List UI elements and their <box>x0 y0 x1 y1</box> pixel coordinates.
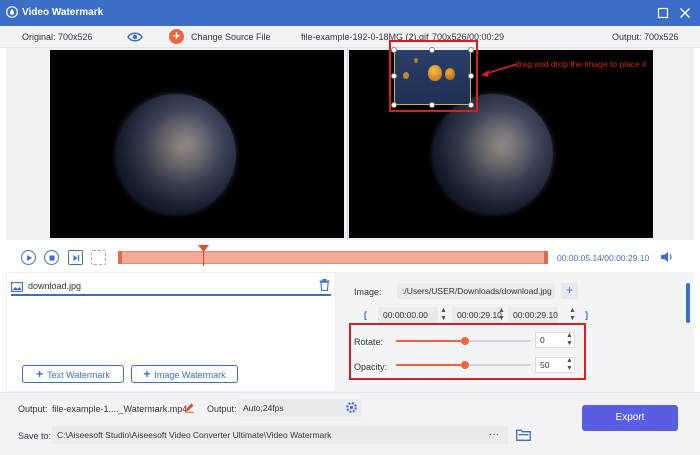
start-time-field[interactable]: 00:00:00.00 <box>378 307 438 323</box>
settings-highlight-box <box>349 323 586 380</box>
title-bar: Video Watermark <box>0 0 700 26</box>
play-button[interactable] <box>21 250 36 265</box>
edit-icon[interactable] <box>184 402 195 413</box>
volume-icon[interactable] <box>660 251 674 263</box>
window-title: Video Watermark <box>22 7 104 18</box>
image-icon <box>11 282 23 292</box>
change-source-button[interactable]: Change Source File <box>191 32 271 42</box>
callout-arrow <box>481 63 518 77</box>
start-time-stepper[interactable]: ▲ ▼ <box>440 307 447 323</box>
end-time-field[interactable]: 00:00:29.10 <box>508 307 558 323</box>
change-source-plus-icon[interactable]: + <box>169 29 184 44</box>
trim-start-handle[interactable] <box>118 251 122 264</box>
stop-button[interactable] <box>44 250 59 265</box>
info-bar: Original: 700x526 + Change Source File f… <box>0 26 700 48</box>
output-file-label: Output: <box>18 404 48 414</box>
time-readout: 00:00:05.14/00:00:29.10 <box>557 253 650 263</box>
output-file-name: file-example-1...._Watermark.mp4 <box>52 404 188 414</box>
duration-field[interactable]: 00:00:29.10 <box>452 307 502 323</box>
stop-icon <box>49 255 54 260</box>
original-size-label: Original: 700x526 <box>22 32 93 42</box>
preview-divider <box>347 48 348 240</box>
watermark-list-panel: download.jpg + Text Watermark + Image Wate… <box>6 272 336 392</box>
output-format-field[interactable]: Auto;24fps <box>238 399 362 417</box>
watermark-highlight-box <box>389 40 478 112</box>
watermark-list-item[interactable]: download.jpg <box>28 281 81 291</box>
duration-stepper[interactable]: ▲ ▼ <box>498 307 505 323</box>
earth-image <box>116 94 236 214</box>
export-button[interactable]: Export <box>582 405 678 431</box>
output-size-label: Output: 700x526 <box>612 32 679 42</box>
playhead-icon[interactable] <box>198 245 209 252</box>
timeline-bar: 00:00:05.14/00:00:29.10 <box>0 242 700 272</box>
browse-folder-button[interactable]: ··· <box>480 426 508 444</box>
earth-image-output <box>433 94 553 214</box>
watermark-settings-panel: Image: :/Users/USER/Downloads/download.j… <box>336 272 694 392</box>
bracket-start: [ <box>364 310 367 320</box>
plus-icon: + <box>143 367 151 381</box>
trim-end-handle[interactable] <box>544 251 548 264</box>
image-path-field[interactable]: :/Users/USER/Downloads/download.jpg <box>397 283 555 299</box>
save-path-field[interactable]: C:\Aiseesoft Studio\Aiseesoft Video Conv… <box>52 426 480 444</box>
selected-item-underline <box>11 294 331 296</box>
browse-image-button[interactable]: + <box>561 283 578 299</box>
add-text-watermark-button[interactable]: + Text Watermark <box>22 365 124 383</box>
end-time-stepper[interactable]: ▲ ▼ <box>569 307 576 323</box>
preview-area: drag and drop the image to place it <box>6 40 694 240</box>
trash-icon[interactable] <box>319 279 330 291</box>
callout-text: drag and drop the image to place it <box>515 59 647 69</box>
play-icon <box>26 254 32 261</box>
timeline-track[interactable] <box>118 251 548 264</box>
output-format-label: Output: <box>207 404 237 414</box>
original-preview <box>50 50 344 238</box>
next-frame-icon <box>73 254 79 261</box>
add-image-watermark-button[interactable]: + Image Watermark <box>131 365 238 383</box>
plus-icon: + <box>36 367 44 381</box>
bottom-bar: Output: file-example-1...._Watermark.mp4… <box>0 392 700 455</box>
image-path-label: Image: <box>354 287 382 297</box>
gear-icon[interactable] <box>345 401 358 414</box>
eye-icon[interactable] <box>127 31 143 43</box>
bracket-end: ] <box>585 310 588 320</box>
save-to-label: Save to: <box>18 431 52 441</box>
snapshot-button[interactable] <box>91 250 106 265</box>
settings-scrollbar[interactable] <box>686 283 690 323</box>
close-icon[interactable] <box>677 5 693 21</box>
next-frame-button[interactable] <box>68 250 83 265</box>
folder-icon[interactable] <box>516 429 531 441</box>
app-icon <box>6 6 18 18</box>
maximize-icon[interactable] <box>655 5 671 21</box>
